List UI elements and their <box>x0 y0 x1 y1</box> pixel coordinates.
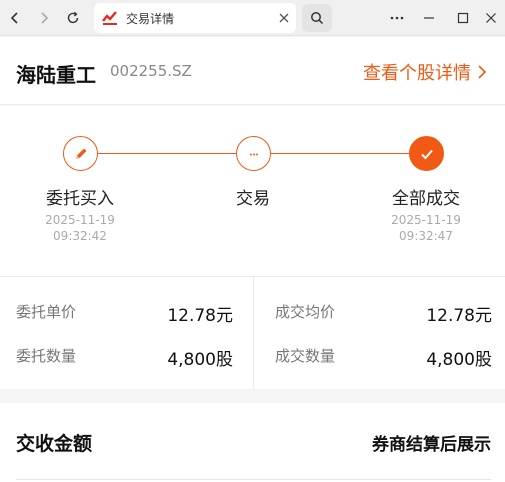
stock-header: 海陆重工 002255.SZ 查看个股详情 <box>0 37 505 105</box>
more-dots-icon <box>390 16 404 20</box>
check-icon <box>420 149 433 159</box>
back-arrow-icon <box>10 12 18 24</box>
step-entrust-circle <box>63 136 98 171</box>
order-qty-value: 4,800股 <box>167 350 233 370</box>
window-close-icon <box>486 13 496 23</box>
step-entrust-date: 2025-11-19 <box>45 213 115 227</box>
stock-name: 海陆重工 <box>16 63 96 87</box>
close-icon <box>279 13 289 23</box>
progress-line <box>98 153 236 154</box>
settlement-divider <box>16 479 491 480</box>
tab-close-button[interactable] <box>272 6 296 30</box>
browser-toolbar: 交易详情 <box>0 0 505 36</box>
order-info-grid: 委托单价 12.78元 委托数量 4,800股 成交均价 12.78元 成交数量… <box>0 276 505 390</box>
deal-price-label: 成交均价 <box>275 303 336 321</box>
order-price-value: 12.78元 <box>167 306 233 326</box>
step-complete-label: 全部成交 <box>392 189 460 209</box>
stock-detail-link[interactable]: 查看个股详情 <box>363 59 487 85</box>
deal-qty-label: 成交数量 <box>275 347 336 365</box>
search-button[interactable] <box>302 4 332 32</box>
window-close-button[interactable] <box>476 4 505 32</box>
ellipsis-icon <box>249 153 258 155</box>
forward-arrow-icon <box>41 12 49 24</box>
step-complete-time: 2025-11-19 09:32:47 <box>366 212 486 244</box>
stock-detail-link-label: 查看个股详情 <box>363 63 471 84</box>
step-complete-clock: 09:32:47 <box>399 229 453 243</box>
forward-button[interactable] <box>32 6 56 30</box>
reload-icon <box>67 11 79 24</box>
search-icon <box>311 12 324 25</box>
settlement-note: 券商结算后展示 <box>372 435 491 455</box>
deal-qty-value: 4,800股 <box>426 350 492 370</box>
step-entrust-label: 委托买入 <box>46 189 114 209</box>
stock-code: 002255.SZ <box>110 62 192 80</box>
maximize-button[interactable] <box>448 4 478 32</box>
order-price-label: 委托单价 <box>16 303 77 321</box>
app-logo-icon <box>102 10 118 26</box>
info-divider <box>253 277 254 390</box>
maximize-icon <box>457 12 469 24</box>
order-progress: 委托买入 交易 全部成交 2025-11-19 09:32:42 2025-11… <box>0 106 505 276</box>
more-options-button[interactable] <box>382 4 412 32</box>
step-trade-label: 交易 <box>236 189 270 209</box>
step-complete-date: 2025-11-19 <box>391 213 461 227</box>
step-entrust-time: 2025-11-19 09:32:42 <box>20 212 140 244</box>
back-button[interactable] <box>3 6 27 30</box>
step-entrust-clock: 09:32:42 <box>53 229 107 243</box>
minimize-icon <box>424 17 434 19</box>
reload-button[interactable] <box>61 6 85 30</box>
order-qty-label: 委托数量 <box>16 347 77 365</box>
chevron-right-icon <box>478 65 487 79</box>
settlement-section: 交收金额 券商结算后展示 <box>0 403 505 482</box>
progress-line <box>271 153 409 154</box>
step-trade-circle <box>236 136 271 171</box>
settlement-title: 交收金额 <box>16 433 93 455</box>
tab-title: 交易详情 <box>126 11 175 26</box>
pencil-icon <box>75 148 86 159</box>
step-complete-circle <box>409 136 444 171</box>
browser-tab[interactable]: 交易详情 <box>94 3 296 33</box>
minimize-button[interactable] <box>414 4 444 32</box>
deal-price-value: 12.78元 <box>426 306 492 326</box>
